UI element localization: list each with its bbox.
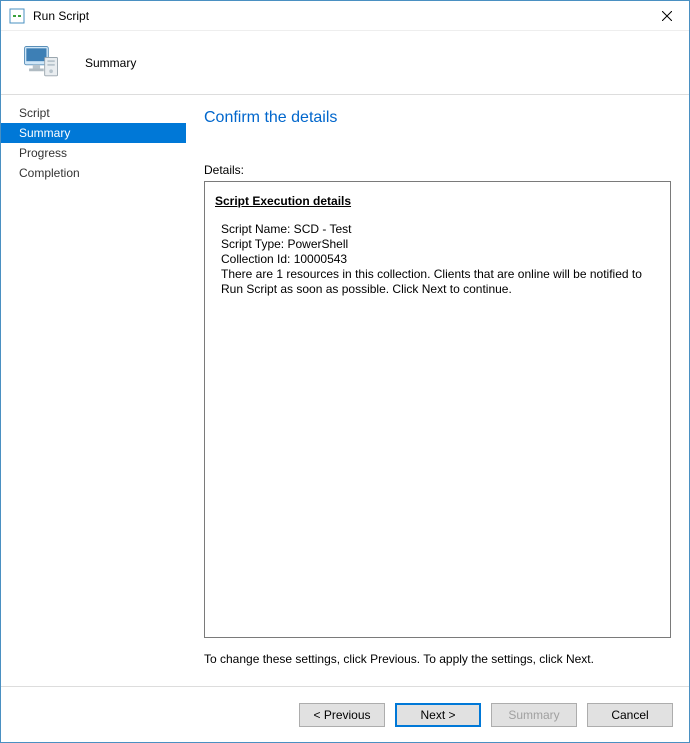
- script-type-line: Script Type: PowerShell: [221, 237, 660, 252]
- titlebar: Run Script: [1, 1, 689, 31]
- hint-text: To change these settings, click Previous…: [204, 652, 671, 666]
- wizard-body: Script Summary Progress Completion Confi…: [1, 95, 689, 686]
- sidebar-item-script[interactable]: Script: [1, 103, 186, 123]
- sidebar-item-summary[interactable]: Summary: [1, 123, 186, 143]
- close-button[interactable]: [644, 1, 689, 30]
- sidebar-item-completion[interactable]: Completion: [1, 163, 186, 183]
- details-content: Script Name: SCD - Test Script Type: Pow…: [215, 222, 660, 297]
- content-heading: Confirm the details: [204, 109, 671, 127]
- details-box: Script Execution details Script Name: SC…: [204, 181, 671, 638]
- details-label: Details:: [204, 163, 671, 177]
- notice-line: There are 1 resources in this collection…: [221, 267, 660, 297]
- details-heading: Script Execution details: [215, 194, 660, 208]
- wizard-header: Summary: [1, 31, 689, 95]
- app-icon: [9, 8, 25, 24]
- cancel-button[interactable]: Cancel: [587, 703, 673, 727]
- collection-id-line: Collection Id: 10000543: [221, 252, 660, 267]
- script-name-line: Script Name: SCD - Test: [221, 222, 660, 237]
- next-button[interactable]: Next >: [395, 703, 481, 727]
- wizard-sidebar: Script Summary Progress Completion: [1, 95, 186, 686]
- previous-button[interactable]: < Previous: [299, 703, 385, 727]
- wizard-content: Confirm the details Details: Script Exec…: [186, 95, 689, 686]
- wizard-window: Run Script Summary Script S: [0, 0, 690, 743]
- sidebar-item-progress[interactable]: Progress: [1, 143, 186, 163]
- window-title: Run Script: [33, 9, 644, 23]
- page-title: Summary: [85, 56, 136, 70]
- summary-button[interactable]: Summary: [491, 703, 577, 727]
- wizard-footer: < Previous Next > Summary Cancel: [1, 686, 689, 742]
- monitor-icon: [17, 39, 65, 87]
